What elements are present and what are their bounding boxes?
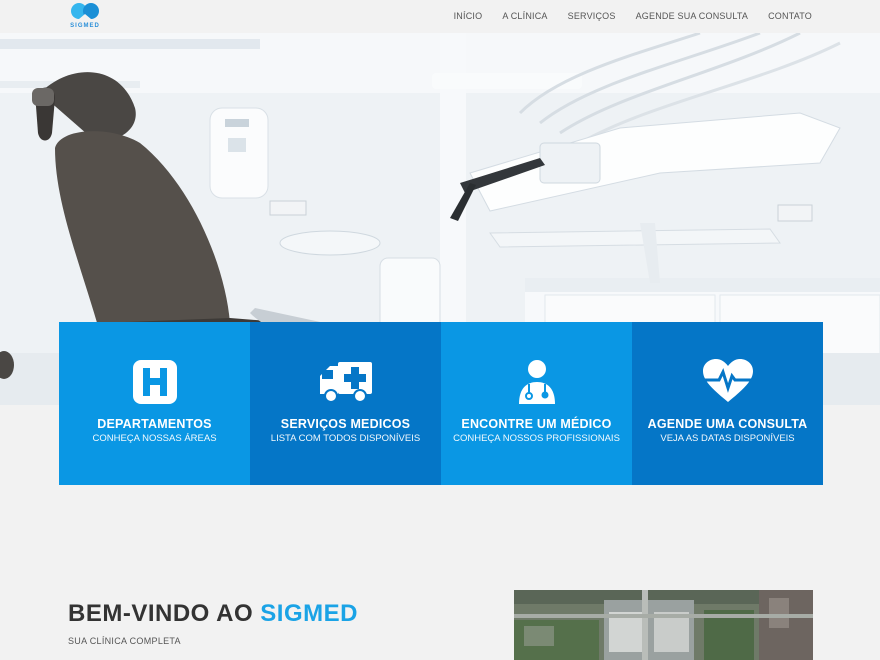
- ambulance-icon: [250, 358, 441, 406]
- doctor-icon: [441, 358, 632, 406]
- tile-title: SERVIÇOS MEDICOS: [280, 417, 411, 431]
- hospital-icon: [59, 358, 250, 406]
- tile-departamentos[interactable]: DEPARTAMENTOS CONHEÇA NOSSAS ÁREAS: [59, 322, 250, 485]
- nav-item-inicio[interactable]: INÍCIO: [454, 11, 483, 21]
- tile-agende-consulta[interactable]: AGENDE UMA CONSULTA VEJA AS DATAS DISPON…: [632, 322, 823, 485]
- aerial-city-illustration: [514, 590, 813, 660]
- tile-title: DEPARTAMENTOS: [97, 417, 212, 431]
- tile-title: ENCONTRE UM MÉDICO: [461, 417, 612, 431]
- welcome-brand: SIGMED: [260, 600, 358, 627]
- main-nav: INÍCIO A CLÍNICA SERVIÇOS AGENDE SUA CON…: [434, 11, 812, 21]
- aerial-city-image: [514, 590, 813, 660]
- tile-subtitle: LISTA COM TODOS DISPONÍVEIS: [270, 433, 421, 444]
- service-tiles: DEPARTAMENTOS CONHEÇA NOSSAS ÁREAS SERVI…: [59, 322, 823, 485]
- welcome-prefix: BEM-VINDO AO: [68, 600, 261, 627]
- welcome-subtitle: SUA CLÍNICA COMPLETA: [68, 636, 181, 646]
- nav-item-agende[interactable]: AGENDE SUA CONSULTA: [636, 11, 749, 21]
- logo[interactable]: SIGMED: [68, 2, 102, 30]
- logo-icon: [71, 3, 99, 19]
- nav-item-servicos[interactable]: SERVIÇOS: [568, 11, 616, 21]
- tile-subtitle: CONHEÇA NOSSAS ÁREAS: [92, 433, 217, 444]
- nav-item-contato[interactable]: CONTATO: [768, 11, 812, 21]
- tile-subtitle: VEJA AS DATAS DISPONÍVEIS: [660, 433, 795, 444]
- tile-subtitle: CONHEÇA NOSSOS PROFISSIONAIS: [453, 433, 620, 444]
- tile-encontre-medico[interactable]: ENCONTRE UM MÉDICO CONHEÇA NOSSOS PROFIS…: [441, 322, 632, 485]
- heartbeat-icon: [632, 358, 823, 406]
- welcome-heading: BEM-VINDO AO SIGMED: [68, 600, 358, 628]
- tile-servicos-medicos[interactable]: SERVIÇOS MEDICOS LISTA COM TODOS DISPONÍ…: [250, 322, 441, 485]
- site-header: SIGMED INÍCIO A CLÍNICA SERVIÇOS AGENDE …: [0, 0, 880, 33]
- logo-text: SIGMED: [70, 23, 100, 29]
- nav-item-a-clinica[interactable]: A CLÍNICA: [502, 11, 547, 21]
- tile-title: AGENDE UMA CONSULTA: [647, 417, 808, 431]
